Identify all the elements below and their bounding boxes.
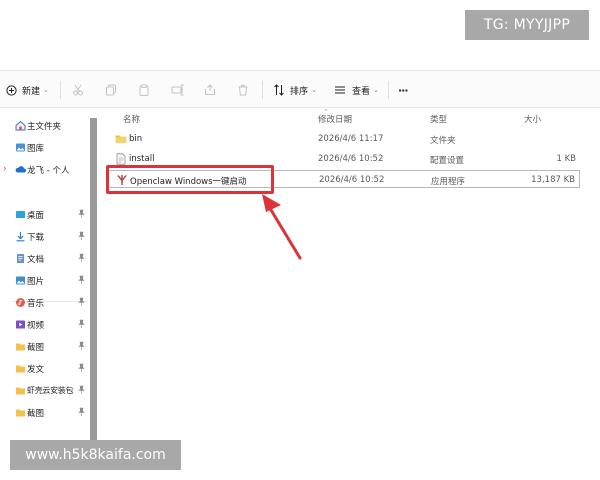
watermark-bottom: www.h5k8kaifa.com <box>10 440 181 470</box>
annotation-arrow-icon <box>262 194 302 260</box>
